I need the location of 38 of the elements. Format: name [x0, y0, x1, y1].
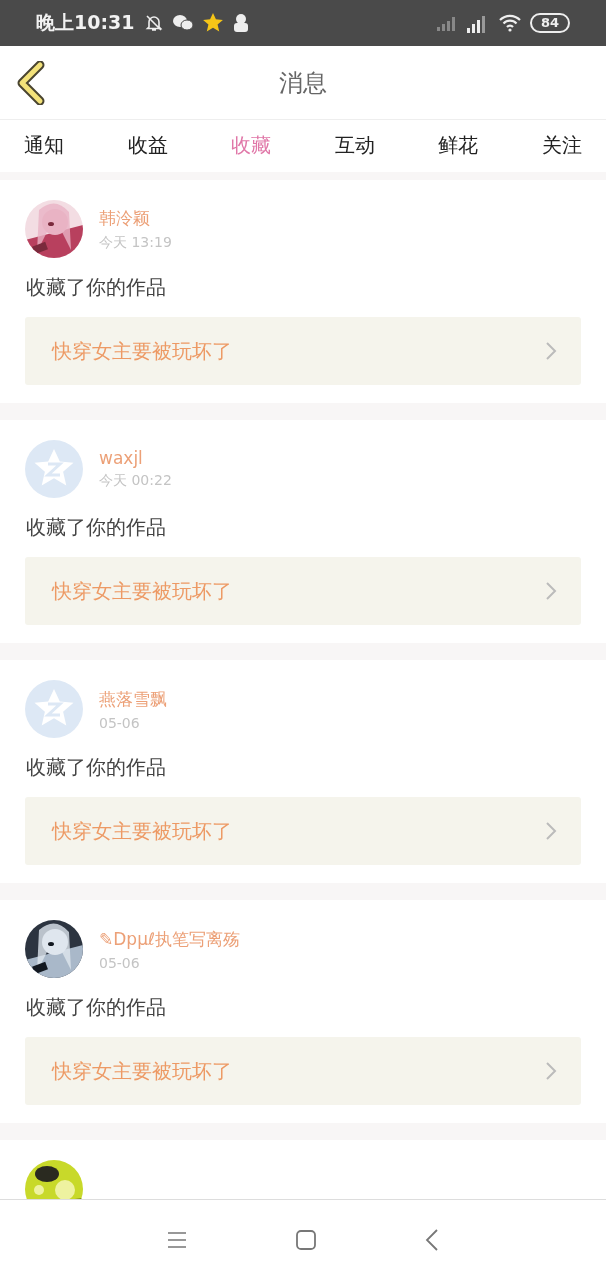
message-time: 05-06	[99, 954, 141, 971]
battery-indicator: 84	[529, 13, 570, 33]
message-text: 收藏了你的作品	[26, 994, 167, 1021]
tab[interactable]: 通知	[24, 120, 64, 175]
tab[interactable]: 关注	[541, 120, 582, 175]
home-square-icon[interactable]	[295, 1229, 317, 1251]
message-time: 今天 00:22	[99, 472, 172, 490]
chevron-right-icon	[545, 821, 557, 841]
chevron-right-icon	[545, 581, 557, 601]
message-text: 收藏了你的作品	[26, 274, 167, 301]
user-name[interactable]: 燕落雪飘	[99, 687, 167, 711]
signal-icon	[435, 15, 458, 31]
wifi-icon	[497, 14, 522, 32]
bell-off-icon	[144, 13, 165, 33]
page-title: 消息	[279, 67, 327, 99]
menu-icon[interactable]	[167, 1231, 187, 1249]
message-time: 今天 13:19	[99, 233, 172, 252]
status-time: 晚上10:31	[36, 10, 135, 35]
work-link[interactable]: 快穿女主要被玩坏了	[25, 797, 581, 865]
tab[interactable]: 互动	[334, 120, 375, 175]
back-icon[interactable]	[425, 1229, 439, 1251]
message-time: 05-06	[99, 714, 141, 731]
chevron-right-icon	[545, 341, 557, 361]
tab[interactable]: 收益	[127, 120, 168, 175]
default-avatar-icon	[25, 680, 83, 738]
message-text: 收藏了你的作品	[26, 514, 167, 541]
work-link[interactable]: 快穿女主要被玩坏了	[25, 1037, 581, 1105]
work-link[interactable]: 快穿女主要被玩坏了	[25, 557, 581, 625]
chat-bubbles-icon	[172, 13, 195, 33]
user-name[interactable]: ✎Dpμℓ执笔写离殇	[99, 927, 240, 951]
work-link[interactable]: 快穿女主要被玩坏了	[25, 317, 581, 385]
message-text: 收藏了你的作品	[26, 754, 167, 781]
default-avatar-icon	[25, 440, 83, 498]
user-name[interactable]: 韩泠颖	[99, 206, 172, 230]
user-name[interactable]: waxjl	[99, 448, 172, 468]
tab[interactable]: 鲜花	[438, 120, 479, 175]
chevron-right-icon	[545, 1061, 557, 1081]
star-icon	[202, 12, 225, 34]
